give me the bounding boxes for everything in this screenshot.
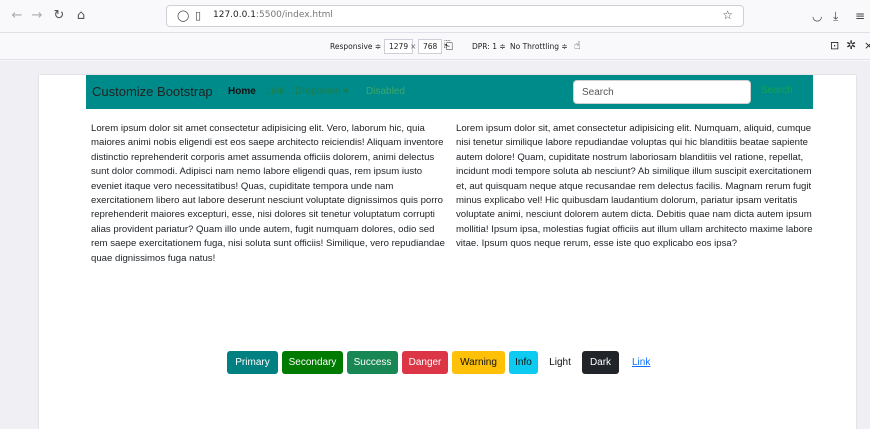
pocket-icon[interactable]: ◡	[812, 8, 822, 24]
url-text[interactable]: 127.0.0.1:5500/index.html	[213, 10, 333, 20]
nav-link-link[interactable]: Link	[266, 86, 284, 97]
info-button[interactable]: Info	[509, 351, 538, 374]
forward-icon[interactable]: →	[28, 7, 46, 25]
dimension-separator: ×	[410, 42, 417, 51]
device-select[interactable]: Responsive ≑	[330, 42, 381, 51]
download-icon[interactable]: ⤓	[833, 8, 838, 24]
nav-link-disabled: Disabled	[366, 86, 405, 97]
secondary-button[interactable]: Secondary	[282, 351, 343, 374]
light-button[interactable]: Light	[542, 351, 578, 374]
link-button[interactable]: Link	[632, 351, 662, 374]
nav-link-home[interactable]: Home	[228, 86, 256, 97]
page-icon: ▯	[195, 9, 202, 22]
right-paragraph: Lorem ipsum dolor sit, amet consectetur …	[456, 123, 813, 250]
bookmark-star-icon[interactable]: ☆	[722, 8, 733, 22]
warning-button[interactable]: Warning	[452, 351, 505, 374]
viewport: Customize Bootstrap Home Link Dropdown ▾…	[0, 61, 870, 429]
navbar-brand[interactable]: Customize Bootstrap	[92, 84, 213, 99]
left-paragraph: Lorem ipsum dolor sit amet consectetur a…	[91, 123, 445, 264]
browser-toolbar: ← → ↻ ⌂ ◯ ▯ 127.0.0.1:5500/index.html ☆ …	[0, 0, 870, 33]
danger-button[interactable]: Danger	[402, 351, 448, 374]
shield-icon[interactable]: ◯	[177, 8, 189, 24]
success-button[interactable]: Success	[347, 351, 398, 374]
web-page: Customize Bootstrap Home Link Dropdown ▾…	[39, 75, 856, 429]
search-button[interactable]: Search	[761, 85, 793, 96]
back-icon[interactable]: ←	[8, 7, 26, 25]
reload-icon[interactable]: ↻	[50, 7, 68, 25]
navbar: Customize Bootstrap Home Link Dropdown ▾…	[86, 75, 813, 109]
home-icon[interactable]: ⌂	[72, 7, 90, 25]
dark-button[interactable]: Dark	[582, 351, 619, 374]
close-icon[interactable]: ×	[864, 39, 870, 52]
menu-icon[interactable]: ≡	[855, 8, 865, 24]
width-input[interactable]: 1279	[384, 39, 414, 54]
settings-icon[interactable]: ✲	[846, 38, 856, 52]
rotate-icon[interactable]: ⎗	[444, 39, 453, 53]
throttling-select[interactable]: No Throttling ≑	[510, 42, 568, 51]
primary-button[interactable]: Primary	[227, 351, 278, 374]
touch-icon[interactable]: ☝	[574, 39, 581, 52]
nav-link-dropdown[interactable]: Dropdown ▾	[295, 86, 348, 97]
responsive-toolbar: Responsive ≑ 1279 × 768 ⎗ DPR: 1 ≑ No Th…	[0, 34, 870, 60]
search-input[interactable]	[573, 80, 751, 104]
height-input[interactable]: 768	[418, 39, 443, 54]
address-bar[interactable]: ◯ ▯ 127.0.0.1:5500/index.html ☆	[166, 5, 744, 27]
screenshot-icon[interactable]: ⊡	[830, 39, 839, 52]
dpr-select[interactable]: DPR: 1 ≑	[472, 42, 506, 51]
